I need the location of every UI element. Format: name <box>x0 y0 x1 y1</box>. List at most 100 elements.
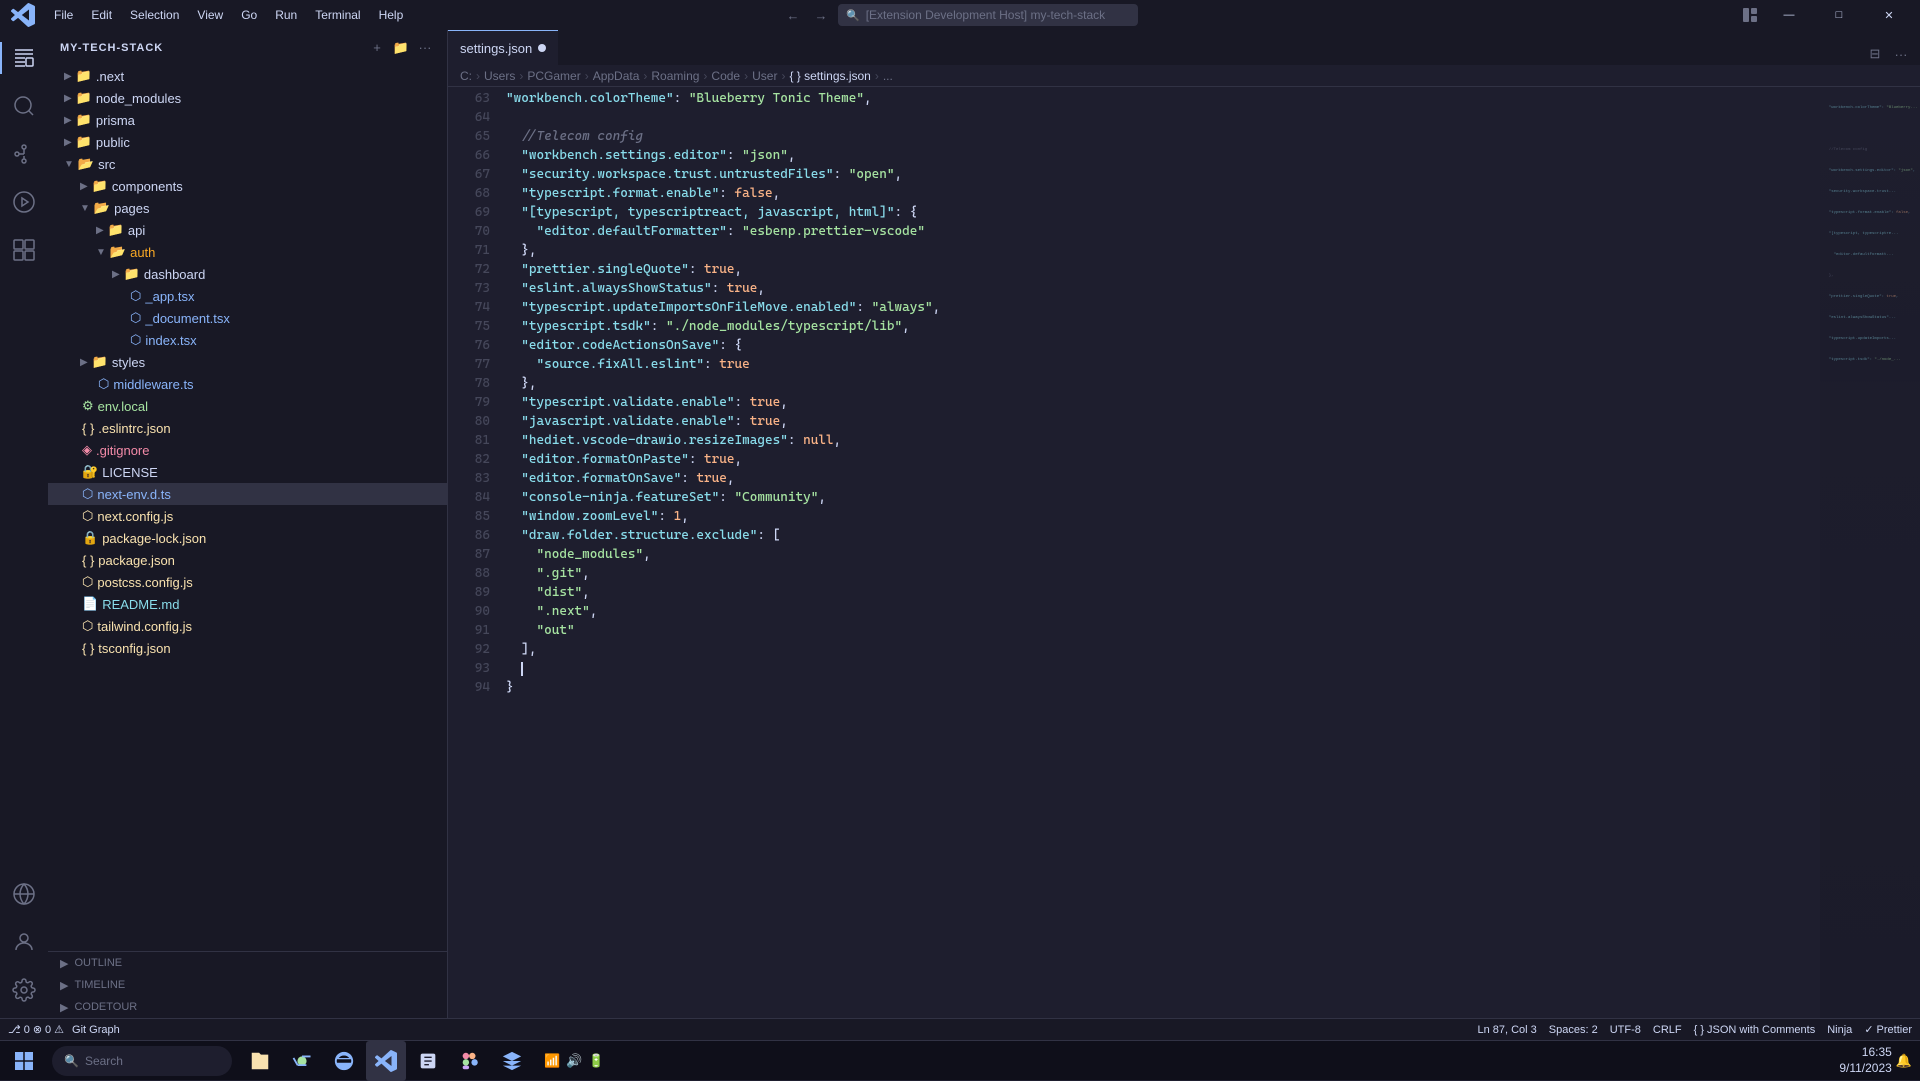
prettier-extension[interactable]: ✓ Prettier <box>1864 1023 1912 1036</box>
encoding[interactable]: UTF-8 <box>1610 1024 1641 1036</box>
taskbar-figma[interactable] <box>450 1041 490 1081</box>
tree-item-pages[interactable]: ▼ 📂 pages <box>48 197 447 219</box>
menu-selection[interactable]: Selection <box>122 6 187 24</box>
date-display: 9/11/2023 <box>1839 1061 1892 1077</box>
close-button[interactable]: ✕ <box>1866 0 1912 30</box>
activity-settings[interactable] <box>0 966 48 1014</box>
breadcrumb-c[interactable]: C: <box>460 69 472 83</box>
notification-icon[interactable]: 🔔 <box>1896 1053 1912 1069</box>
outline-section-header[interactable]: ▶ OUTLINE <box>48 952 447 974</box>
chevron-right-icon: ▶ <box>80 357 88 368</box>
network-icon[interactable]: 📶 <box>544 1053 560 1069</box>
more-tab-actions-button[interactable]: ··· <box>1890 43 1912 65</box>
line-ending[interactable]: CRLF <box>1653 1024 1682 1036</box>
menu-file[interactable]: File <box>46 6 81 24</box>
tree-item-dashboard[interactable]: ▶ 📁 dashboard <box>48 263 447 285</box>
tree-item-app-tsx[interactable]: ⬡ _app.tsx <box>48 285 447 307</box>
new-file-button[interactable]: + <box>367 38 387 58</box>
breadcrumb-users[interactable]: Users <box>484 69 515 83</box>
taskbar-search[interactable]: 🔍 Search <box>52 1046 232 1076</box>
back-button[interactable]: ← <box>782 4 804 26</box>
menu-view[interactable]: View <box>189 6 231 24</box>
tree-item-styles[interactable]: ▶ 📁 styles <box>48 351 447 373</box>
new-folder-button[interactable]: 📁 <box>391 38 411 58</box>
breadcrumb-pcgamer[interactable]: PCGamer <box>527 69 580 83</box>
volume-icon[interactable]: 🔊 <box>566 1053 582 1069</box>
activity-debug[interactable] <box>0 178 48 226</box>
split-editor-button[interactable]: ⊟ <box>1864 43 1886 65</box>
taskbar-extra[interactable] <box>492 1041 532 1081</box>
breadcrumb-code[interactable]: Code <box>711 69 740 83</box>
tree-item-eslint[interactable]: { } .eslintrc.json <box>48 417 447 439</box>
menu-run[interactable]: Run <box>267 6 305 24</box>
breadcrumb-appdata[interactable]: AppData <box>593 69 640 83</box>
tree-item-next[interactable]: ▶ 📁 .next <box>48 65 447 87</box>
tree-item-index-tsx[interactable]: ⬡ index.tsx <box>48 329 447 351</box>
menu-go[interactable]: Go <box>233 6 265 24</box>
breadcrumb-user[interactable]: User <box>752 69 777 83</box>
battery-icon[interactable]: 🔋 <box>588 1053 604 1069</box>
minimize-button[interactable]: — <box>1766 0 1812 30</box>
codetour-section-header[interactable]: ▶ CODETOUR <box>48 996 447 1018</box>
activity-remote[interactable] <box>0 870 48 918</box>
breadcrumb-settings[interactable]: { } settings.json <box>789 69 870 83</box>
tree-item-api[interactable]: ▶ 📁 api <box>48 219 447 241</box>
code-content[interactable]: "workbench.colorTheme": "Blueberry Tonic… <box>498 87 1820 1018</box>
tab-settings-json[interactable]: settings.json <box>448 30 558 65</box>
indentation[interactable]: Spaces: 2 <box>1549 1024 1598 1036</box>
activity-explorer[interactable] <box>0 34 48 82</box>
tree-item-src[interactable]: ▼ 📂 src <box>48 153 447 175</box>
taskbar-edge[interactable] <box>324 1041 364 1081</box>
tree-item-gitignore[interactable]: ◈ .gitignore <box>48 439 447 461</box>
code-line-79: "typescript.validate.enable": true, <box>498 393 1820 412</box>
forward-button[interactable]: → <box>810 4 832 26</box>
language-mode[interactable]: { } JSON with Comments <box>1694 1024 1816 1036</box>
activity-account[interactable] <box>0 918 48 966</box>
taskbar-vscode[interactable] <box>366 1041 406 1081</box>
tree-item-prisma[interactable]: ▶ 📁 prisma <box>48 109 447 131</box>
activity-extensions[interactable] <box>0 226 48 274</box>
tree-item-node-modules[interactable]: ▶ 📁 node_modules <box>48 87 447 109</box>
tree-item-license[interactable]: 🔐 LICENSE <box>48 461 447 483</box>
taskbar-chrome[interactable] <box>282 1041 322 1081</box>
chevron-down-icon: ▼ <box>96 247 106 258</box>
ninja-extension[interactable]: Ninja <box>1827 1024 1852 1036</box>
tree-item-next-config[interactable]: ⬡ next.config.js <box>48 505 447 527</box>
menu-terminal[interactable]: Terminal <box>307 6 368 24</box>
tree-item-middleware[interactable]: ⬡ middleware.ts <box>48 373 447 395</box>
tree-item-next-env[interactable]: ⬡ next-env.d.ts <box>48 483 447 505</box>
tsx-icon: ⬡ <box>130 288 141 304</box>
tree-item-public[interactable]: ▶ 📁 public <box>48 131 447 153</box>
git-graph-button[interactable]: Git Graph <box>72 1024 120 1036</box>
menu-help[interactable]: Help <box>371 6 412 24</box>
breadcrumb-ellipsis[interactable]: ... <box>883 69 893 83</box>
tree-item-tsconfig[interactable]: { } tsconfig.json <box>48 637 447 659</box>
more-actions-button[interactable]: ··· <box>415 38 435 58</box>
activity-search[interactable] <box>0 82 48 130</box>
tree-item-env-local[interactable]: ⚙ env.local <box>48 395 447 417</box>
tree-item-components[interactable]: ▶ 📁 components <box>48 175 447 197</box>
tree-item-postcss[interactable]: ⬡ postcss.config.js <box>48 571 447 593</box>
taskbar-files[interactable] <box>240 1041 280 1081</box>
tree-item-package-json[interactable]: { } package.json <box>48 549 447 571</box>
tree-item-tailwind[interactable]: ⬡ tailwind.config.js <box>48 615 447 637</box>
timeline-section-header[interactable]: ▶ TIMELINE <box>48 974 447 996</box>
cursor-position[interactable]: Ln 87, Col 3 <box>1477 1024 1536 1036</box>
layout-button[interactable] <box>1738 4 1762 26</box>
maximize-button[interactable]: □ <box>1816 0 1862 30</box>
taskbar-clock[interactable]: 16:35 9/11/2023 <box>1839 1045 1892 1076</box>
windows-start-button[interactable] <box>0 1041 48 1081</box>
taskbar-notion[interactable] <box>408 1041 448 1081</box>
tree-item-document-tsx[interactable]: ⬡ _document.tsx <box>48 307 447 329</box>
code-line-92: ], <box>498 640 1820 659</box>
tree-item-readme[interactable]: 📄 README.md <box>48 593 447 615</box>
source-control-status[interactable]: ⎇ 0 ⊗ 0 ⚠ <box>8 1023 64 1036</box>
breadcrumb-roaming[interactable]: Roaming <box>651 69 699 83</box>
menu-edit[interactable]: Edit <box>83 6 120 24</box>
activity-source-control[interactable] <box>0 130 48 178</box>
command-search[interactable]: 🔍 [Extension Development Host] my-tech-s… <box>838 4 1138 26</box>
tree-item-auth[interactable]: ▼ 📂 auth <box>48 241 447 263</box>
code-line-74: "typescript.updateImportsOnFileMove.enab… <box>498 298 1820 317</box>
tree-item-package-lock[interactable]: 🔒 package-lock.json <box>48 527 447 549</box>
main-layout: MY-TECH-STACK + 📁 ··· ▶ 📁 .next ▶ 📁 node… <box>0 30 1920 1018</box>
